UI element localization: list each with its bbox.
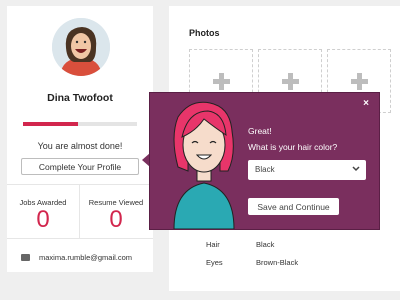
user-name: Dina Twofoot: [47, 92, 113, 104]
eyes-label: Eyes: [206, 258, 223, 267]
profile-card: Dina Twofoot You are almost done! Comple…: [7, 6, 153, 272]
profile-progress-fill: [23, 122, 78, 126]
avatar-illustration: [173, 101, 235, 229]
save-and-continue-button[interactable]: Save and Continue: [248, 198, 339, 215]
avatar: [52, 18, 110, 76]
plus-icon: [282, 73, 299, 90]
hair-color-select-value: Black: [255, 165, 275, 174]
profile-status-text: You are almost done!: [37, 141, 123, 151]
photos-title: Photos: [189, 28, 220, 38]
complete-profile-button[interactable]: Complete Your Profile: [21, 158, 139, 175]
plus-icon: [351, 73, 368, 90]
chevron-down-icon: [352, 166, 360, 172]
email-icon: [21, 254, 30, 261]
hair-value: Black: [256, 240, 275, 249]
hair-color-select[interactable]: Black: [248, 160, 366, 180]
hair-label: Hair: [206, 240, 220, 249]
resume-viewed-count: 0: [109, 206, 123, 233]
email-address[interactable]: maxima.rumble@gmail.com: [39, 253, 132, 262]
eyes-value: Brown-Black: [256, 258, 299, 267]
hair-color-popover: × Great! What is your hair color? Black …: [149, 92, 380, 230]
avatar-photo: [52, 18, 110, 76]
hair-color-question: What is your hair color?: [248, 142, 338, 152]
close-icon[interactable]: ×: [363, 98, 369, 109]
divider: [7, 238, 153, 239]
popover-greeting: Great!: [248, 126, 272, 136]
plus-icon: [213, 73, 230, 90]
profile-progress-bar: [23, 122, 137, 126]
divider: [7, 184, 153, 185]
jobs-awarded-count: 0: [36, 206, 50, 233]
